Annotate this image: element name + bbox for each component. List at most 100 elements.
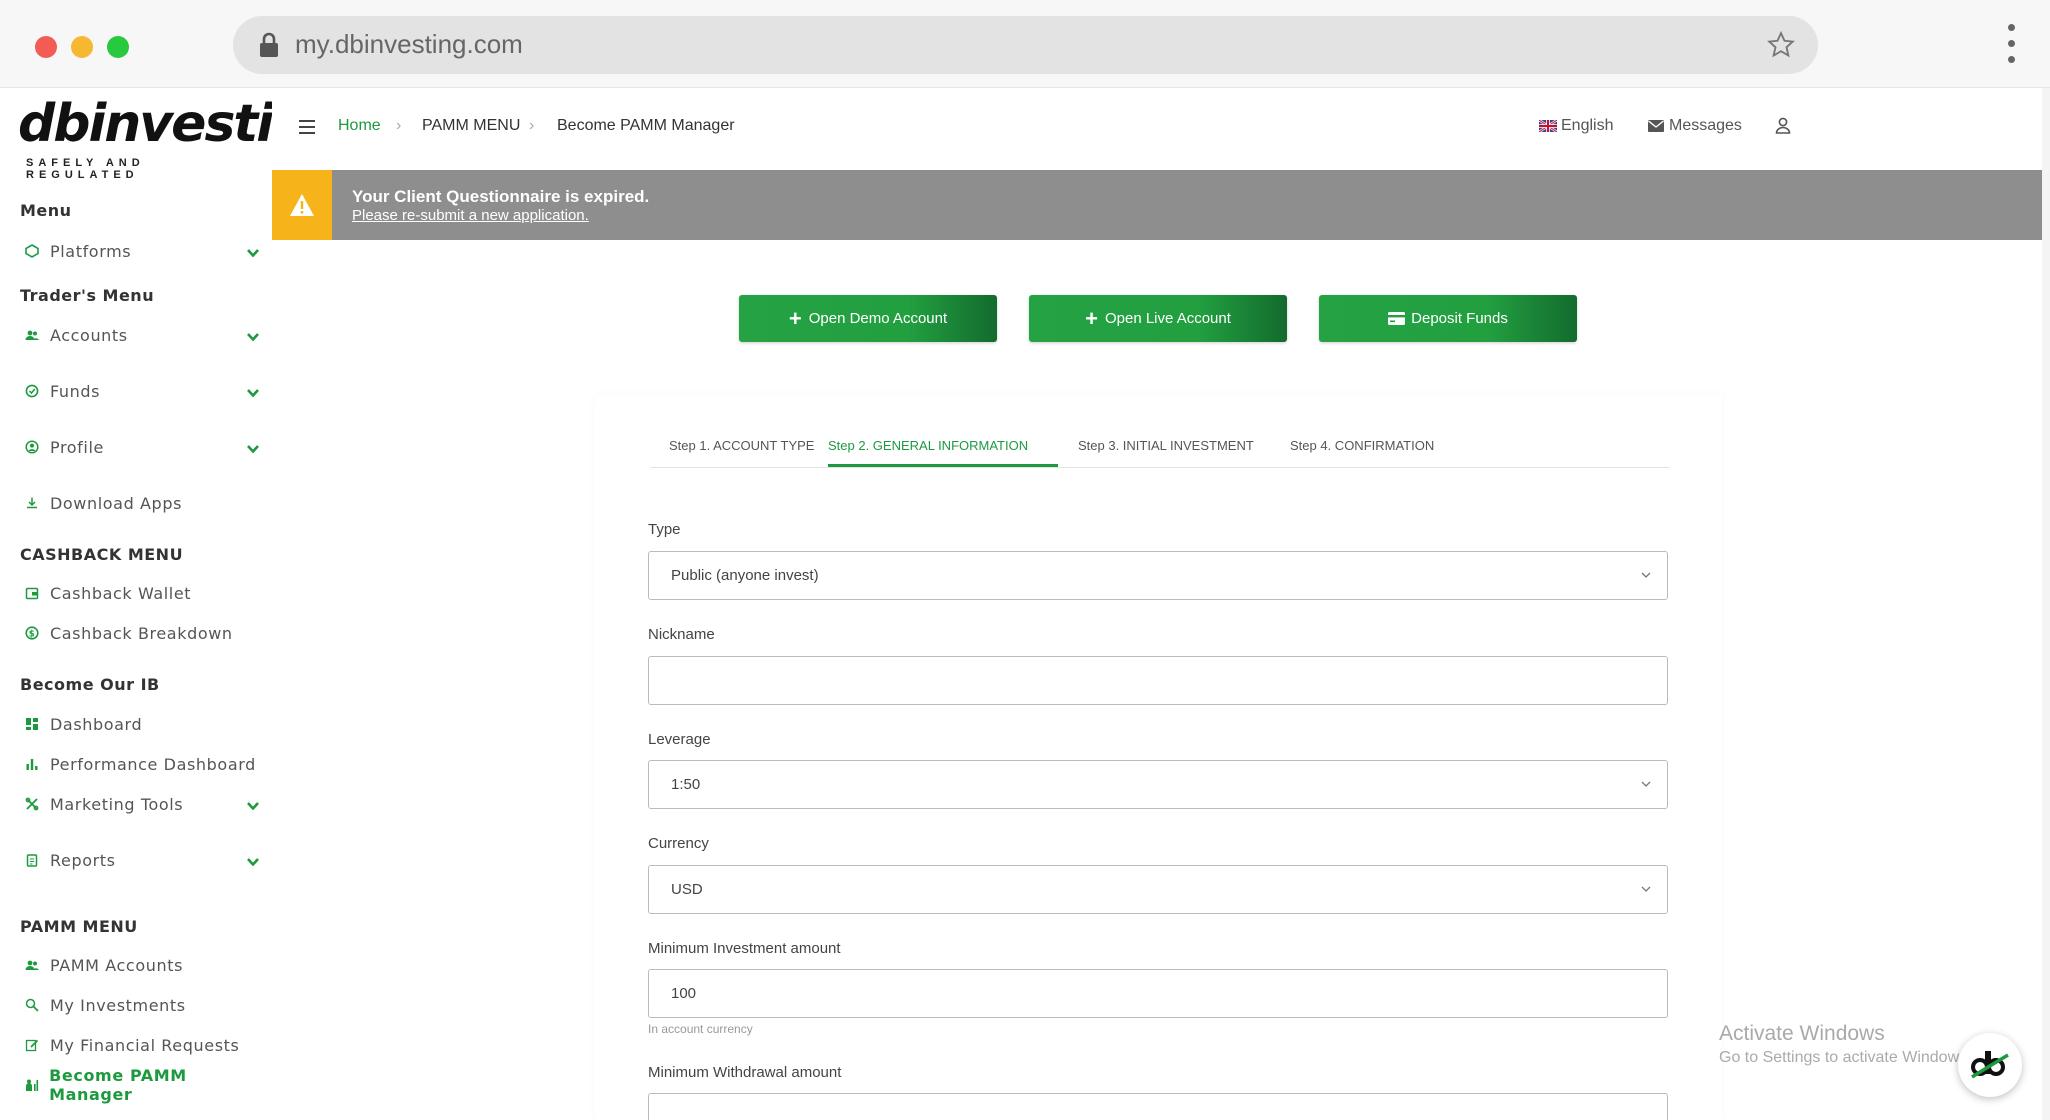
sidebar-item-cashback-wallet[interactable]: Cashback Wallet: [24, 578, 264, 608]
sidebar-item-dashboard[interactable]: Dashboard: [24, 709, 264, 739]
messages-link[interactable]: Messages: [1648, 117, 1742, 135]
language-selector[interactable]: English: [1539, 117, 1613, 135]
sidebar-item-performance-dashboard[interactable]: Performance Dashboard: [24, 749, 264, 779]
messages-label: Messages: [1669, 117, 1742, 134]
sidebar-item-label: My Investments: [50, 995, 186, 1015]
dashboard-icon: [24, 716, 40, 732]
chevron-down-icon[interactable]: [246, 386, 260, 400]
platforms-icon: [24, 243, 40, 259]
sidebar-item-reports[interactable]: Reports: [24, 845, 264, 875]
plus-icon: +: [1085, 305, 1098, 331]
chevron-down-icon[interactable]: [246, 799, 260, 813]
chevron-down-icon[interactable]: [246, 246, 260, 260]
breadcrumb-home-link[interactable]: Home: [338, 117, 381, 135]
edit-icon: [24, 1037, 40, 1053]
window-edge: [2042, 88, 2050, 1120]
wizard-steps: Step 1. ACCOUNT TYPE Step 2. GENERAL INF…: [650, 420, 1670, 468]
currency-select-value: USD: [671, 881, 703, 898]
alert-title: Your Client Questionnaire is expired.: [352, 187, 650, 206]
deposit-funds-button[interactable]: Deposit Funds: [1319, 295, 1577, 342]
leverage-select-value: 1:50: [671, 776, 701, 793]
minimize-window-button[interactable]: [71, 36, 93, 58]
top-navigation: Home › PAMM MENU › Become PAMM Manager E…: [272, 88, 2042, 170]
close-window-button[interactable]: [35, 36, 57, 58]
sidebar-item-accounts[interactable]: Accounts: [24, 320, 264, 350]
sidebar-item-label: PAMM Accounts: [50, 955, 184, 975]
nickname-label: Nickname: [648, 626, 715, 643]
min-investment-hint: In account currency: [648, 1022, 753, 1036]
deposit-funds-label: Deposit Funds: [1411, 310, 1508, 327]
nickname-input[interactable]: [648, 656, 1668, 705]
sidebar-item-label: Become PAMM Manager: [49, 1066, 187, 1104]
sidebar-item-label: Reports: [50, 850, 116, 870]
tab-step-1-account-type[interactable]: Step 1. ACCOUNT TYPE: [669, 438, 814, 468]
hamburger-menu-icon[interactable]: [299, 120, 315, 134]
chevron-down-icon[interactable]: [246, 855, 260, 869]
sidebar-item-marketing-tools[interactable]: Marketing Tools: [24, 789, 264, 819]
tab-step-3-initial-investment[interactable]: Step 3. INITIAL INVESTMENT: [1078, 438, 1254, 468]
sidebar-item-download-apps[interactable]: Download Apps: [24, 488, 264, 518]
open-demo-account-button[interactable]: + Open Demo Account: [739, 295, 997, 342]
chevron-down-icon[interactable]: [246, 330, 260, 344]
sidebar-item-profile[interactable]: Profile: [24, 432, 264, 462]
sidebar-item-my-investments[interactable]: My Investments: [24, 990, 264, 1020]
breadcrumb-pamm-menu[interactable]: PAMM MENU: [422, 117, 520, 135]
windows-activation-watermark: Activate Windows Go to Settings to activ…: [1719, 1022, 1972, 1067]
browser-menu-icon[interactable]: [2008, 24, 2016, 66]
sidebar-section-traders-menu: Trader's Menu: [20, 286, 155, 305]
sidebar-section-pamm-menu: PAMM MENU: [20, 917, 138, 936]
user-menu[interactable]: [1775, 117, 1791, 134]
chevron-down-icon[interactable]: [246, 442, 260, 456]
sidebar-item-label: Platforms: [50, 241, 132, 261]
open-live-account-label: Open Live Account: [1104, 310, 1231, 327]
tab-step-4-confirmation[interactable]: Step 4. CONFIRMATION: [1290, 438, 1434, 468]
sidebar-item-label: My Financial Requests: [50, 1035, 240, 1055]
browser-chrome: my.dbinvesting.com: [0, 0, 2050, 88]
type-label: Type: [648, 521, 681, 538]
sidebar-section-become-ib: Become Our IB: [20, 675, 160, 694]
sidebar-item-label: Cashback Wallet: [50, 583, 192, 603]
currency-label: Currency: [648, 835, 709, 852]
coin-icon: $: [24, 625, 40, 641]
sidebar-item-my-financial-requests[interactable]: My Financial Requests: [24, 1030, 264, 1060]
chevron-down-icon: [1641, 886, 1651, 892]
sidebar-item-label: Marketing Tools: [50, 794, 184, 814]
leverage-select[interactable]: 1:50: [648, 760, 1668, 809]
resubmit-application-link[interactable]: Please re-submit a new application.: [352, 207, 589, 224]
sidebar-item-pamm-accounts[interactable]: PAMM Accounts: [24, 950, 264, 980]
sidebar-item-cashback-breakdown[interactable]: $ Cashback Breakdown: [24, 618, 264, 648]
sidebar-item-platforms[interactable]: Platforms: [24, 236, 264, 266]
maximize-window-button[interactable]: [107, 36, 129, 58]
user-icon: [1775, 117, 1791, 134]
sidebar-item-funds[interactable]: Funds: [24, 376, 264, 406]
chat-widget-button[interactable]: [1958, 1033, 2022, 1097]
sidebar-item-label: Funds: [50, 381, 101, 401]
sidebar-item-label: Accounts: [50, 325, 128, 345]
open-live-account-button[interactable]: + Open Live Account: [1029, 295, 1287, 342]
active-step-indicator: [828, 464, 1058, 467]
min-withdrawal-input[interactable]: [648, 1093, 1668, 1120]
chevron-down-icon: [1641, 781, 1651, 787]
envelope-icon: [1648, 120, 1664, 132]
sidebar-section-cashback-menu: CASHBACK MENU: [20, 545, 184, 564]
bookmark-star-icon[interactable]: [1766, 30, 1796, 60]
plus-icon: +: [788, 305, 802, 331]
sidebar-item-become-pamm-manager[interactable]: Become PAMM Manager: [24, 1066, 264, 1104]
language-label: English: [1561, 117, 1614, 134]
users-icon: [24, 327, 40, 343]
svg-text:$: $: [29, 629, 36, 639]
address-bar[interactable]: my.dbinvesting.com: [233, 16, 1818, 74]
lock-icon: [260, 32, 278, 57]
min-investment-input-value: 100: [671, 985, 697, 1002]
chevron-down-icon: [1641, 572, 1651, 578]
watermark-line-2: Go to Settings to activate Windows.: [1719, 1049, 1972, 1066]
profile-icon: [24, 439, 40, 455]
sidebar-item-label: Cashback Breakdown: [50, 623, 233, 643]
sidebar-item-label: Profile: [50, 437, 104, 457]
wallet-icon: [24, 585, 40, 601]
currency-select[interactable]: USD: [648, 865, 1668, 914]
min-withdrawal-label: Minimum Withdrawal amount: [648, 1064, 842, 1081]
type-select[interactable]: Public (anyone invest): [648, 551, 1668, 600]
brand-logo[interactable]: dbinvesting SAFELY AND REGULATED: [18, 94, 344, 181]
min-investment-input[interactable]: 100: [648, 969, 1668, 1018]
